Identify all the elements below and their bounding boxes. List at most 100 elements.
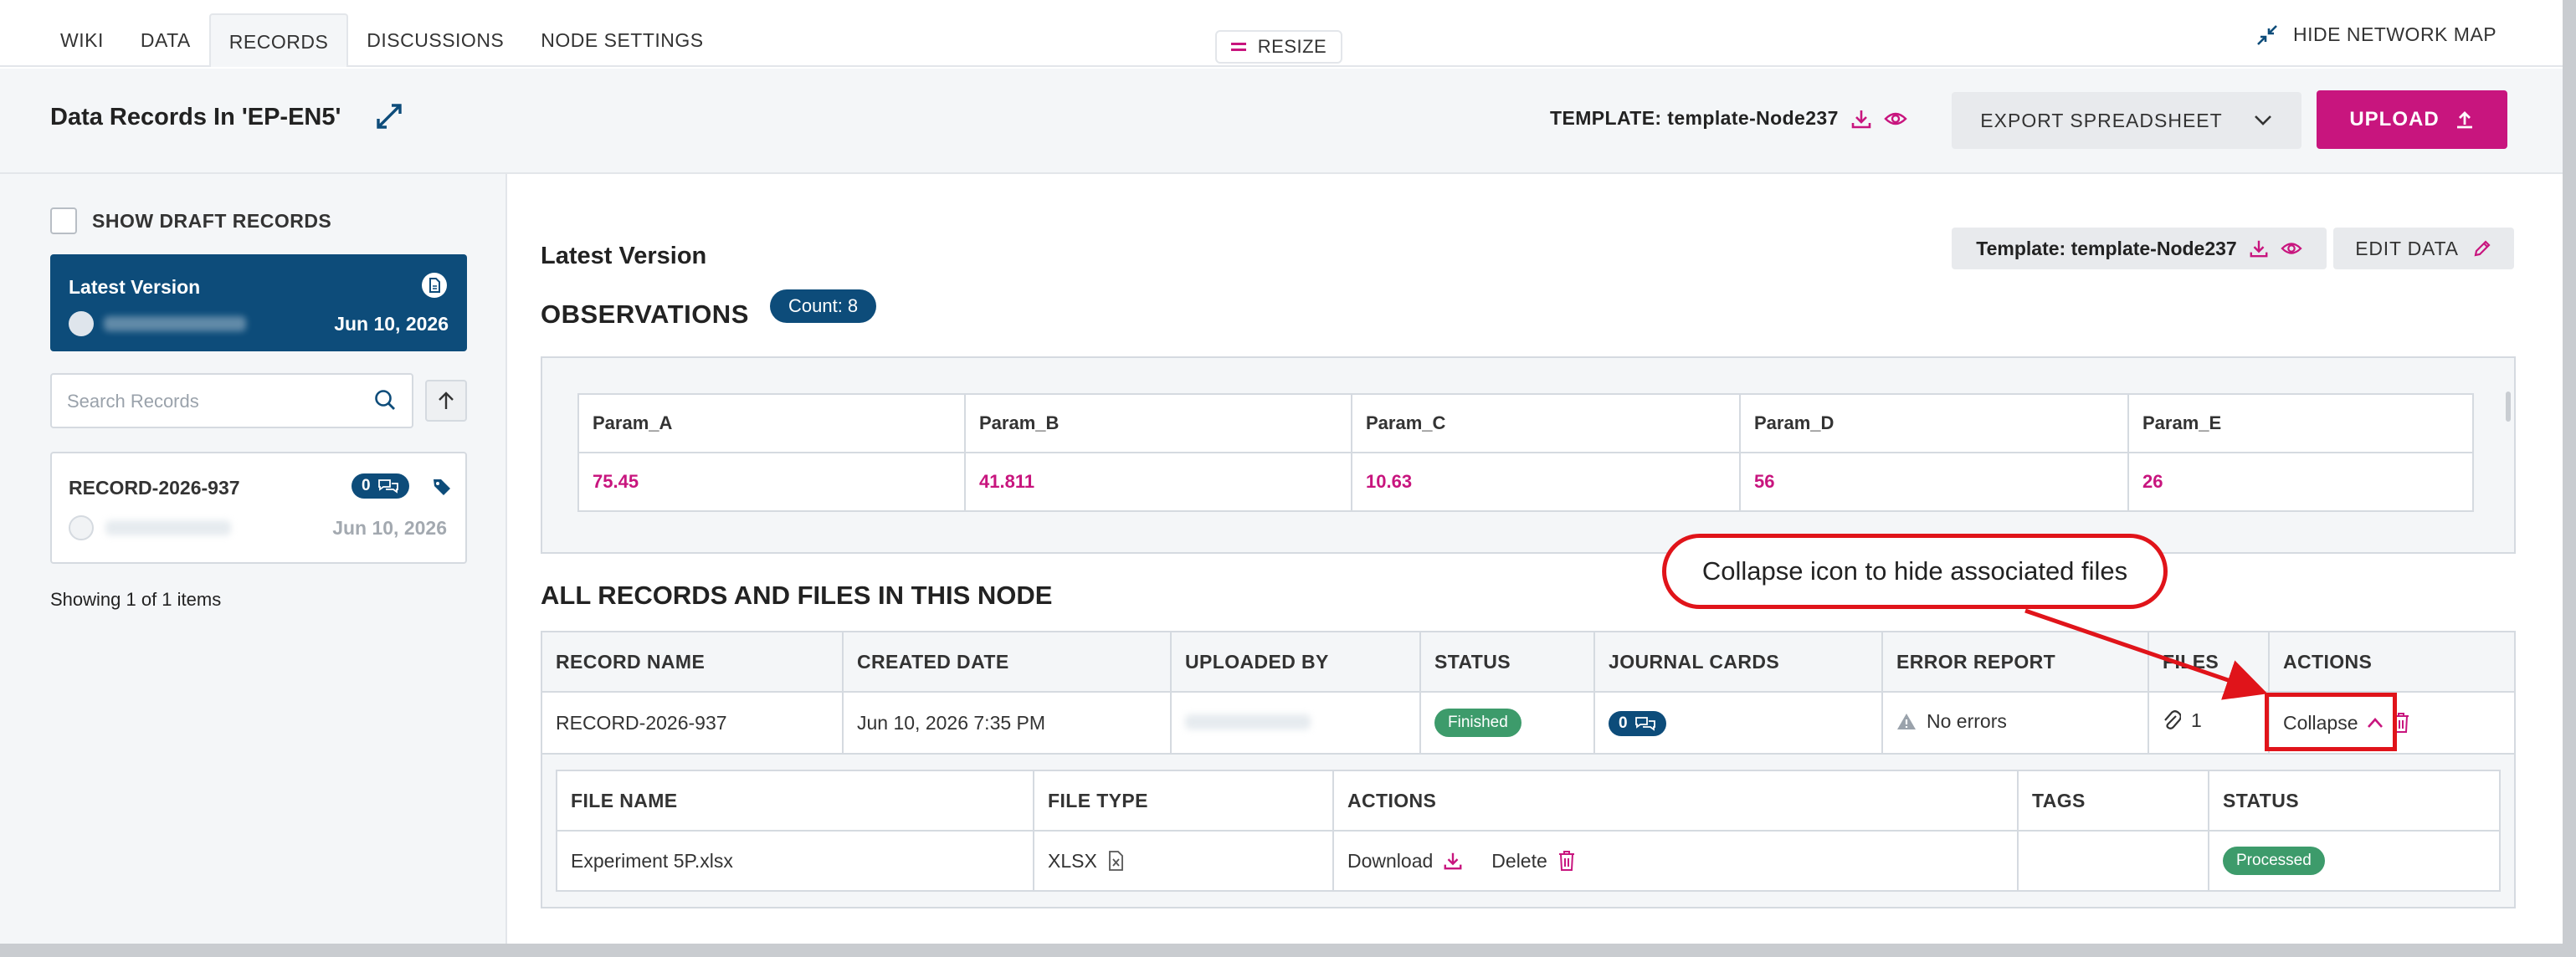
- uploaded-by-cell: [1170, 691, 1421, 755]
- column-header: FILES: [2148, 631, 2270, 693]
- expand-icon[interactable]: [375, 102, 403, 130]
- version-label: Latest Version: [69, 276, 201, 298]
- comment-count-badge: 0: [352, 473, 409, 499]
- table-row: 75.45 41.811 10.63 56 26: [577, 452, 2474, 512]
- eye-icon[interactable]: [1884, 108, 1907, 130]
- journal-cards-cell: 0: [1593, 691, 1883, 755]
- hide-network-map-button[interactable]: HIDE NETWORK MAP: [2256, 23, 2496, 46]
- column-header: JOURNAL CARDS: [1593, 631, 1883, 693]
- page-title: Data Records In 'EP-EN5': [50, 104, 341, 130]
- table-cell: 10.63: [1351, 452, 1741, 512]
- files-table: FILE NAME FILE TYPE ACTIONS TAGS STATUS …: [556, 770, 2501, 892]
- column-header: ERROR REPORT: [1881, 631, 2149, 693]
- table-cell: 26: [2127, 452, 2474, 512]
- sort-button[interactable]: [425, 380, 467, 422]
- observations-title: OBSERVATIONS: [541, 299, 749, 329]
- pencil-icon: [2474, 240, 2491, 257]
- tab-node-settings[interactable]: NODE SETTINGS: [522, 13, 721, 67]
- error-report-text: No errors: [1927, 709, 2007, 732]
- draft-checkbox[interactable]: [50, 207, 77, 234]
- resize-label: RESIZE: [1257, 36, 1327, 57]
- column-header: RECORD NAME: [541, 631, 844, 693]
- latest-version-card[interactable]: Latest Version Jun 10, 2026: [50, 254, 467, 351]
- status-badge: Finished: [1434, 709, 1521, 737]
- download-label: Download: [1347, 849, 1434, 872]
- redacted-user-name: [105, 520, 231, 535]
- collapse-arrows-icon: [2257, 24, 2277, 45]
- comments-icon: [377, 479, 398, 494]
- journal-cards-badge[interactable]: 0: [1609, 710, 1666, 736]
- annotation-callout: Collapse icon to hide associated files: [1662, 534, 2168, 609]
- search-icon[interactable]: [373, 388, 397, 412]
- tab-discussions[interactable]: DISCUSSIONS: [348, 13, 522, 67]
- delete-label: Delete: [1491, 849, 1547, 872]
- record-list-item[interactable]: RECORD-2026-937 0 Jun 10, 2026: [50, 452, 467, 564]
- paperclip-icon: [2164, 710, 2181, 730]
- document-icon: [422, 273, 447, 298]
- column-header: Param_A: [577, 393, 966, 453]
- column-header: CREATED DATE: [842, 631, 1172, 693]
- table-row[interactable]: RECORD-2026-937 Jun 10, 2026 7:35 PM Fin…: [541, 691, 2516, 755]
- file-type-text: XLSX: [1048, 849, 1097, 872]
- error-report-cell: No errors: [1881, 691, 2149, 755]
- scrollbar[interactable]: [2506, 392, 2511, 422]
- show-draft-records-toggle[interactable]: SHOW DRAFT RECORDS: [50, 207, 331, 234]
- tab-wiki[interactable]: WIKI: [42, 13, 122, 67]
- edit-data-button[interactable]: EDIT DATA: [2333, 228, 2514, 269]
- avatar: [69, 515, 94, 540]
- expanded-files-row: FILE NAME FILE TYPE ACTIONS TAGS STATUS …: [541, 753, 2516, 908]
- created-date-cell: Jun 10, 2026 7:35 PM: [842, 691, 1172, 755]
- upload-button[interactable]: UPLOAD: [2317, 90, 2507, 149]
- search-input[interactable]: [67, 386, 368, 417]
- download-icon: [1444, 852, 1462, 870]
- search-records: [50, 373, 413, 428]
- delete-file-button[interactable]: Delete: [1491, 850, 1575, 873]
- table-header-row: FILE NAME FILE TYPE ACTIONS TAGS STATUS: [556, 770, 2501, 832]
- table-cell: 41.811: [964, 452, 1352, 512]
- table-row: Experiment 5P.xlsx XLSX Download Delete …: [556, 830, 2501, 892]
- resize-button[interactable]: RESIZE: [1215, 30, 1342, 64]
- trash-icon: [1558, 851, 1574, 871]
- table-cell: 56: [1739, 452, 2129, 512]
- comment-count: 0: [362, 477, 371, 494]
- records-sidebar: SHOW DRAFT RECORDS Latest Version Jun 10…: [0, 174, 507, 944]
- tags-cell: [2017, 830, 2209, 892]
- observations-table: Param_A Param_B Param_C Param_D Param_E …: [577, 393, 2474, 512]
- edit-data-label: EDIT DATA: [2355, 237, 2459, 259]
- tab-records[interactable]: RECORDS: [208, 13, 349, 67]
- records-main: Latest Version OBSERVATIONS Count: 8 Tem…: [507, 174, 2563, 944]
- export-spreadsheet-label: EXPORT SPREADSHEET: [1980, 109, 2223, 131]
- column-header: FILE NAME: [556, 770, 1034, 832]
- top-nav: WIKI DATA RECORDS DISCUSSIONS NODE SETTI…: [0, 0, 2563, 67]
- download-icon[interactable]: [1850, 108, 1872, 130]
- records-header: Data Records In 'EP-EN5' TEMPLATE: templ…: [0, 69, 2563, 174]
- arrow-up-icon: [439, 392, 454, 409]
- nested-files-container: FILE NAME FILE TYPE ACTIONS TAGS STATUS …: [541, 753, 2516, 908]
- column-header: Param_B: [964, 393, 1352, 453]
- spreadsheet-file-icon: [1108, 851, 1123, 871]
- column-header: STATUS: [1419, 631, 1595, 693]
- column-header: TAGS: [2017, 770, 2209, 832]
- observations-panel: Param_A Param_B Param_C Param_D Param_E …: [541, 356, 2516, 554]
- avatar: [69, 311, 94, 336]
- status-cell: Finished: [1419, 691, 1595, 755]
- draft-label: SHOW DRAFT RECORDS: [92, 209, 332, 232]
- eye-icon[interactable]: [2281, 238, 2302, 258]
- download-button[interactable]: Download: [1347, 850, 1463, 873]
- comments-icon: [1634, 716, 1655, 731]
- warning-icon: [1897, 714, 1916, 730]
- template-chip: Template: template-Node237: [1952, 228, 2327, 269]
- tag-icon[interactable]: [432, 477, 452, 497]
- status-badge: Processed: [2223, 847, 2325, 875]
- files-count: 1: [2191, 709, 2202, 731]
- record-name: RECORD-2026-937: [69, 477, 240, 499]
- window-edge: [2563, 0, 2576, 957]
- export-spreadsheet-button[interactable]: EXPORT SPREADSHEET: [1952, 92, 2301, 149]
- upload-icon: [2456, 111, 2472, 129]
- tab-data[interactable]: DATA: [122, 13, 209, 67]
- upload-label: UPLOAD: [2349, 108, 2440, 130]
- table-cell: 75.45: [577, 452, 966, 512]
- download-icon[interactable]: [2249, 238, 2269, 258]
- files-cell: 1: [2148, 691, 2270, 755]
- pagination-summary: Showing 1 of 1 items: [50, 589, 222, 610]
